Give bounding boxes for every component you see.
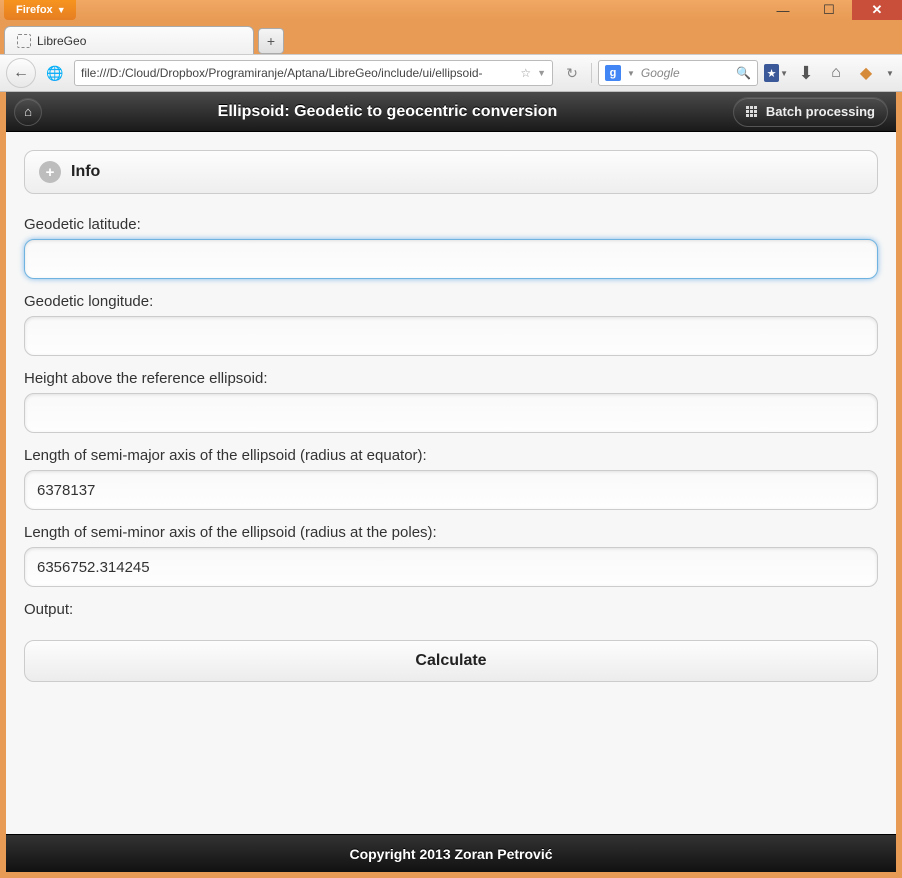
star-icon[interactable]: ☆ xyxy=(520,66,531,80)
info-label: Info xyxy=(71,163,100,181)
minimize-icon: — xyxy=(777,3,790,18)
new-tab-button[interactable]: + xyxy=(258,28,284,54)
plus-circle-icon: + xyxy=(39,161,61,183)
info-collapsible[interactable]: + Info xyxy=(24,150,878,194)
firefox-menu-label: Firefox xyxy=(16,4,53,16)
bookmark-star-icon: ★ xyxy=(764,64,779,82)
google-icon: g xyxy=(605,65,621,81)
close-icon: ✕ xyxy=(872,2,883,18)
globe-icon: 🌐 xyxy=(46,65,63,82)
semi-major-label: Length of semi-major axis of the ellipso… xyxy=(24,447,878,464)
chevron-down-icon[interactable]: ▼ xyxy=(627,69,635,78)
close-button[interactable]: ✕ xyxy=(852,0,902,20)
search-placeholder: Google xyxy=(641,66,730,80)
url-indicators: ☆ ▼ xyxy=(520,66,546,80)
addon-button[interactable]: ◆ xyxy=(854,61,878,85)
window-controls: — ☐ ✕ xyxy=(760,0,902,20)
search-icon[interactable]: 🔍 xyxy=(736,66,751,80)
plus-icon: + xyxy=(267,33,275,49)
separator xyxy=(591,63,592,83)
latitude-input[interactable] xyxy=(24,239,878,279)
tab-strip: LibreGeo + xyxy=(0,20,902,54)
downloads-button[interactable]: ⬇ xyxy=(794,61,818,85)
maximize-button[interactable]: ☐ xyxy=(806,0,852,20)
minimize-button[interactable]: — xyxy=(760,0,806,20)
overflow-button[interactable]: ▼ xyxy=(884,61,896,85)
home-button[interactable]: ⌂ xyxy=(824,61,848,85)
reload-button[interactable]: ↻ xyxy=(559,60,585,86)
chevron-down-icon: ▼ xyxy=(780,69,788,78)
maximize-icon: ☐ xyxy=(823,2,835,18)
page-icon xyxy=(17,34,31,48)
forward-button[interactable]: 🌐 xyxy=(42,60,68,86)
latitude-label: Geodetic latitude: xyxy=(24,216,878,233)
form-area: + Info Geodetic latitude: Geodetic longi… xyxy=(6,132,896,834)
browser-tab[interactable]: LibreGeo xyxy=(4,26,254,54)
bookmarks-menu-button[interactable]: ★ ▼ xyxy=(764,61,788,85)
batch-button-label: Batch processing xyxy=(766,104,875,119)
home-icon: ⌂ xyxy=(831,64,841,82)
download-icon: ⬇ xyxy=(798,63,813,84)
puzzle-icon: ◆ xyxy=(860,63,872,83)
semi-minor-label: Length of semi-minor axis of the ellipso… xyxy=(24,524,878,541)
url-text: file:///D:/Cloud/Dropbox/Programiranje/A… xyxy=(81,66,520,80)
page-content: ⌂ Ellipsoid: Geodetic to geocentric conv… xyxy=(6,92,896,872)
tab-title: LibreGeo xyxy=(37,34,86,48)
navigation-toolbar: ← 🌐 file:///D:/Cloud/Dropbox/Programiran… xyxy=(0,54,902,92)
chevron-down-icon: ▼ xyxy=(886,69,894,78)
app-footer: Copyright 2013 Zoran Petrović xyxy=(6,834,896,872)
longitude-label: Geodetic longitude: xyxy=(24,293,878,310)
semi-major-input[interactable] xyxy=(24,470,878,510)
back-button[interactable]: ← xyxy=(6,58,36,88)
app-home-button[interactable]: ⌂ xyxy=(14,98,42,126)
reload-icon: ↻ xyxy=(566,65,578,82)
chevron-down-icon: ▼ xyxy=(57,5,66,15)
search-bar[interactable]: g ▼ Google 🔍 xyxy=(598,60,758,86)
grid-icon xyxy=(746,106,758,118)
firefox-menu-button[interactable]: Firefox ▼ xyxy=(4,0,76,20)
output-label: Output: xyxy=(24,601,878,618)
arrow-left-icon: ← xyxy=(13,64,29,82)
chevron-down-icon[interactable]: ▼ xyxy=(537,68,546,78)
window-titlebar: Firefox ▼ — ☐ ✕ xyxy=(0,0,902,20)
semi-minor-input[interactable] xyxy=(24,547,878,587)
app-header: ⌂ Ellipsoid: Geodetic to geocentric conv… xyxy=(6,92,896,132)
batch-processing-button[interactable]: Batch processing xyxy=(733,97,888,127)
page-title: Ellipsoid: Geodetic to geocentric conver… xyxy=(218,103,558,121)
longitude-input[interactable] xyxy=(24,316,878,356)
url-bar[interactable]: file:///D:/Cloud/Dropbox/Programiranje/A… xyxy=(74,60,553,86)
calculate-button[interactable]: Calculate xyxy=(24,640,878,682)
home-icon: ⌂ xyxy=(24,104,32,119)
height-input[interactable] xyxy=(24,393,878,433)
height-label: Height above the reference ellipsoid: xyxy=(24,370,878,387)
